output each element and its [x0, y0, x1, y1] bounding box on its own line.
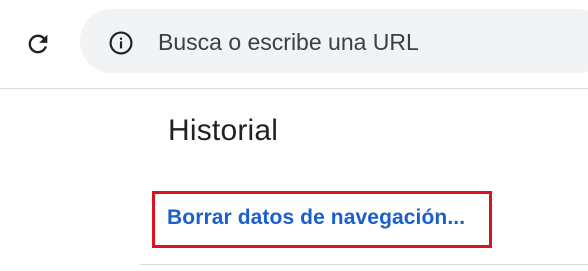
browser-toolbar	[0, 0, 588, 88]
browser-page: Historial Borrar datos de navegación...	[0, 0, 588, 271]
page-title: Historial	[168, 114, 279, 147]
reload-icon	[28, 34, 48, 54]
info-icon[interactable]	[108, 30, 134, 56]
omnibox[interactable]	[80, 9, 588, 73]
clear-browsing-data-link[interactable]: Borrar datos de navegación...	[167, 206, 465, 230]
toolbar-divider	[0, 88, 588, 89]
content-divider	[140, 264, 588, 265]
omnibox-input[interactable]	[158, 26, 588, 58]
reload-button[interactable]	[18, 24, 58, 64]
